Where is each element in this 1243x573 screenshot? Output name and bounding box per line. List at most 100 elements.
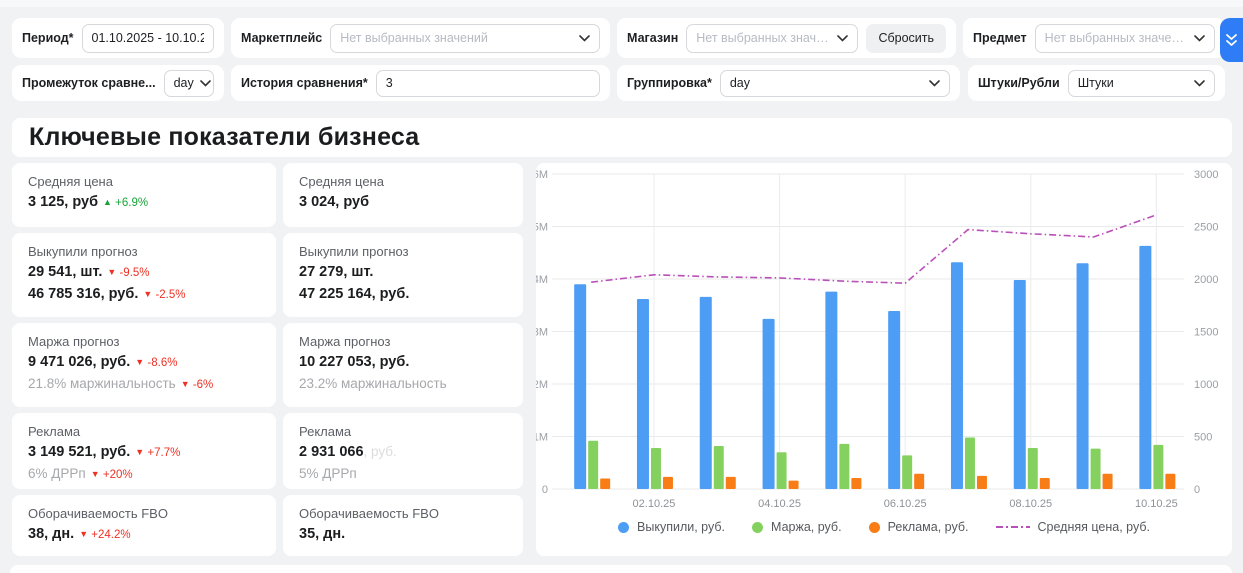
kpi-line: 6% ДРРп ▼ +20% [28,464,260,486]
legend-item-2[interactable]: Реклама, руб. [869,520,969,534]
trend-down-icon: ▼ [79,529,88,539]
chevron-down-icon [929,80,940,87]
legend-label: Маржа, руб. [771,520,842,534]
legend-item-0[interactable]: Выкупили, руб. [618,520,725,534]
kpi-title: Средняя цена [299,174,507,189]
right-axis-tick: 1000 [1194,379,1218,391]
avg-price-line [591,215,1156,283]
kpi-value: 46 785 316, руб. [28,286,138,302]
kpi-value: 2 931 066 [299,444,364,460]
kpi-value: 6% ДРРп [28,466,86,481]
kpi-card: Выкупили прогноз 29 541, шт.▼ -9.5% 46 785… [12,233,276,317]
bar-2-day-5 [851,478,861,489]
bar-2-day-7 [977,476,987,489]
kpi-title: Маржа прогноз [28,334,260,349]
subject-placeholder: Нет выбранных значений [1045,31,1188,45]
filter-card-grouping: Группировка* day [617,65,960,101]
kpi-delta: ▼ -2.5% [143,289,185,301]
kpi-title: Маржа прогноз [299,334,507,349]
kpi-title: Выкупили прогноз [299,244,507,259]
kpi-delta: ▲ +6.9% [103,197,148,209]
kpi-line: 29 541, шт.▼ -9.5% [28,262,260,284]
bar-2-day-2 [663,477,673,489]
reset-button[interactable]: Сбросить [866,24,946,53]
x-axis-label: 10.10.25 [1135,498,1178,510]
left-axis-tick: 6M [536,169,548,181]
legend-item-3[interactable]: Средняя цена, руб. [996,520,1150,534]
kpi-value: 10 227 053, руб. [299,354,409,370]
bar-0-day-10 [1139,246,1151,489]
filter-card-marketplace: Маркетплейс Нет выбранных значений [231,18,610,58]
left-axis-tick: 0 [542,484,548,496]
right-axis-tick: 500 [1194,432,1212,444]
compare-interval-label: Промежуток сравне... [22,76,156,90]
trend-up-icon: ▲ [103,197,112,207]
expand-filters-button[interactable] [1220,18,1243,62]
filter-card-period: Период* [12,18,224,58]
compare-history-label: История сравнения* [241,76,368,90]
kpi-title: Оборачиваемость FBO [299,506,507,521]
right-axis-tick: 0 [1194,484,1200,496]
trend-down-icon: ▼ [91,469,100,479]
kpi-line: 27 279, шт. [299,262,507,284]
kpi-title: Оборачиваемость FBO [28,506,260,521]
page-title: Ключевые показатели бизнеса [29,123,419,152]
bar-1-day-7 [965,438,975,489]
legend-item-1[interactable]: Маржа, руб. [752,520,842,534]
kpi-value: 9 471 026, руб. [28,354,130,370]
kpi-card: Оборачиваемость FBO 38, дн.▼ +24.2% [12,495,276,556]
chevron-down-icon [1194,35,1205,42]
period-input[interactable] [82,24,214,53]
left-axis-tick: 5M [536,222,548,234]
kpi-line: 47 225 164, руб. [299,284,507,306]
kpi-card: Оборачиваемость FBO 35, дн. [283,495,523,556]
kpi-card: Средняя цена3 024, руб [283,163,523,227]
bar-2-day-3 [726,477,736,489]
left-axis-tick: 4M [536,274,548,286]
units-value: Штуки [1078,76,1114,90]
compare-interval-value: day [174,76,194,90]
shop-select[interactable]: Нет выбранных значений [686,24,858,53]
kpi-line: 3 149 521, руб.▼ +7.7% [28,442,260,464]
left-axis-tick: 3M [536,327,548,339]
legend-dot-icon [752,522,763,533]
right-axis-tick: 1500 [1194,327,1218,339]
next-section-edge [10,565,1232,573]
kpi-title: Средняя цена [28,174,260,189]
kpi-value: 35, дн. [299,526,345,542]
filter-card-subject: Предмет Нет выбранных значений [963,18,1225,58]
kpi-delta: ▼ -6% [181,379,214,391]
kpi-value: 23.2% маржинальность [299,376,447,391]
subject-select[interactable]: Нет выбранных значений [1035,24,1215,53]
bar-0-day-4 [763,319,775,489]
top-divider [0,0,1243,7]
legend-label: Выкупили, руб. [637,520,725,534]
trend-down-icon: ▼ [135,357,144,367]
bar-0-day-6 [888,311,900,489]
kpi-card: Маржа прогноз 10 227 053, руб. 23.2% маржи… [283,323,523,407]
marketplace-select[interactable]: Нет выбранных значений [330,24,600,53]
units-select[interactable]: Штуки [1068,70,1215,97]
bar-0-day-1 [574,284,586,489]
x-axis-label: 06.10.25 [884,498,927,510]
compare-history-input[interactable] [376,70,600,97]
bar-2-day-1 [600,479,610,490]
kpi-value: 5% ДРРп [299,466,357,481]
kpi-card: Средняя цена3 125, руб▲ +6.9% [12,163,276,227]
compare-interval-select[interactable]: day [164,70,214,97]
bar-2-day-4 [789,481,799,489]
kpi-line: 10 227 053, руб. [299,352,507,374]
kpi-delta: ▼ +20% [91,469,133,481]
trend-down-icon: ▼ [107,267,116,277]
kpi-line: 2 931 066, руб. [299,442,507,464]
kpi-value: 27 279, шт. [299,264,373,280]
chart-card: 001M5002M10003M15004M20005M25006M300002.… [536,163,1232,556]
kpi-line: 38, дн.▼ +24.2% [28,524,260,546]
grouping-select[interactable]: day [720,70,950,97]
filter-card-compare-interval: Промежуток сравне... day [12,65,224,101]
period-label: Период* [22,31,74,45]
bar-1-day-9 [1091,449,1101,489]
kpi-title: Выкупили прогноз [28,244,260,259]
filter-card-units: Штуки/Рубли Штуки [968,65,1225,101]
units-label: Штуки/Рубли [978,76,1060,90]
